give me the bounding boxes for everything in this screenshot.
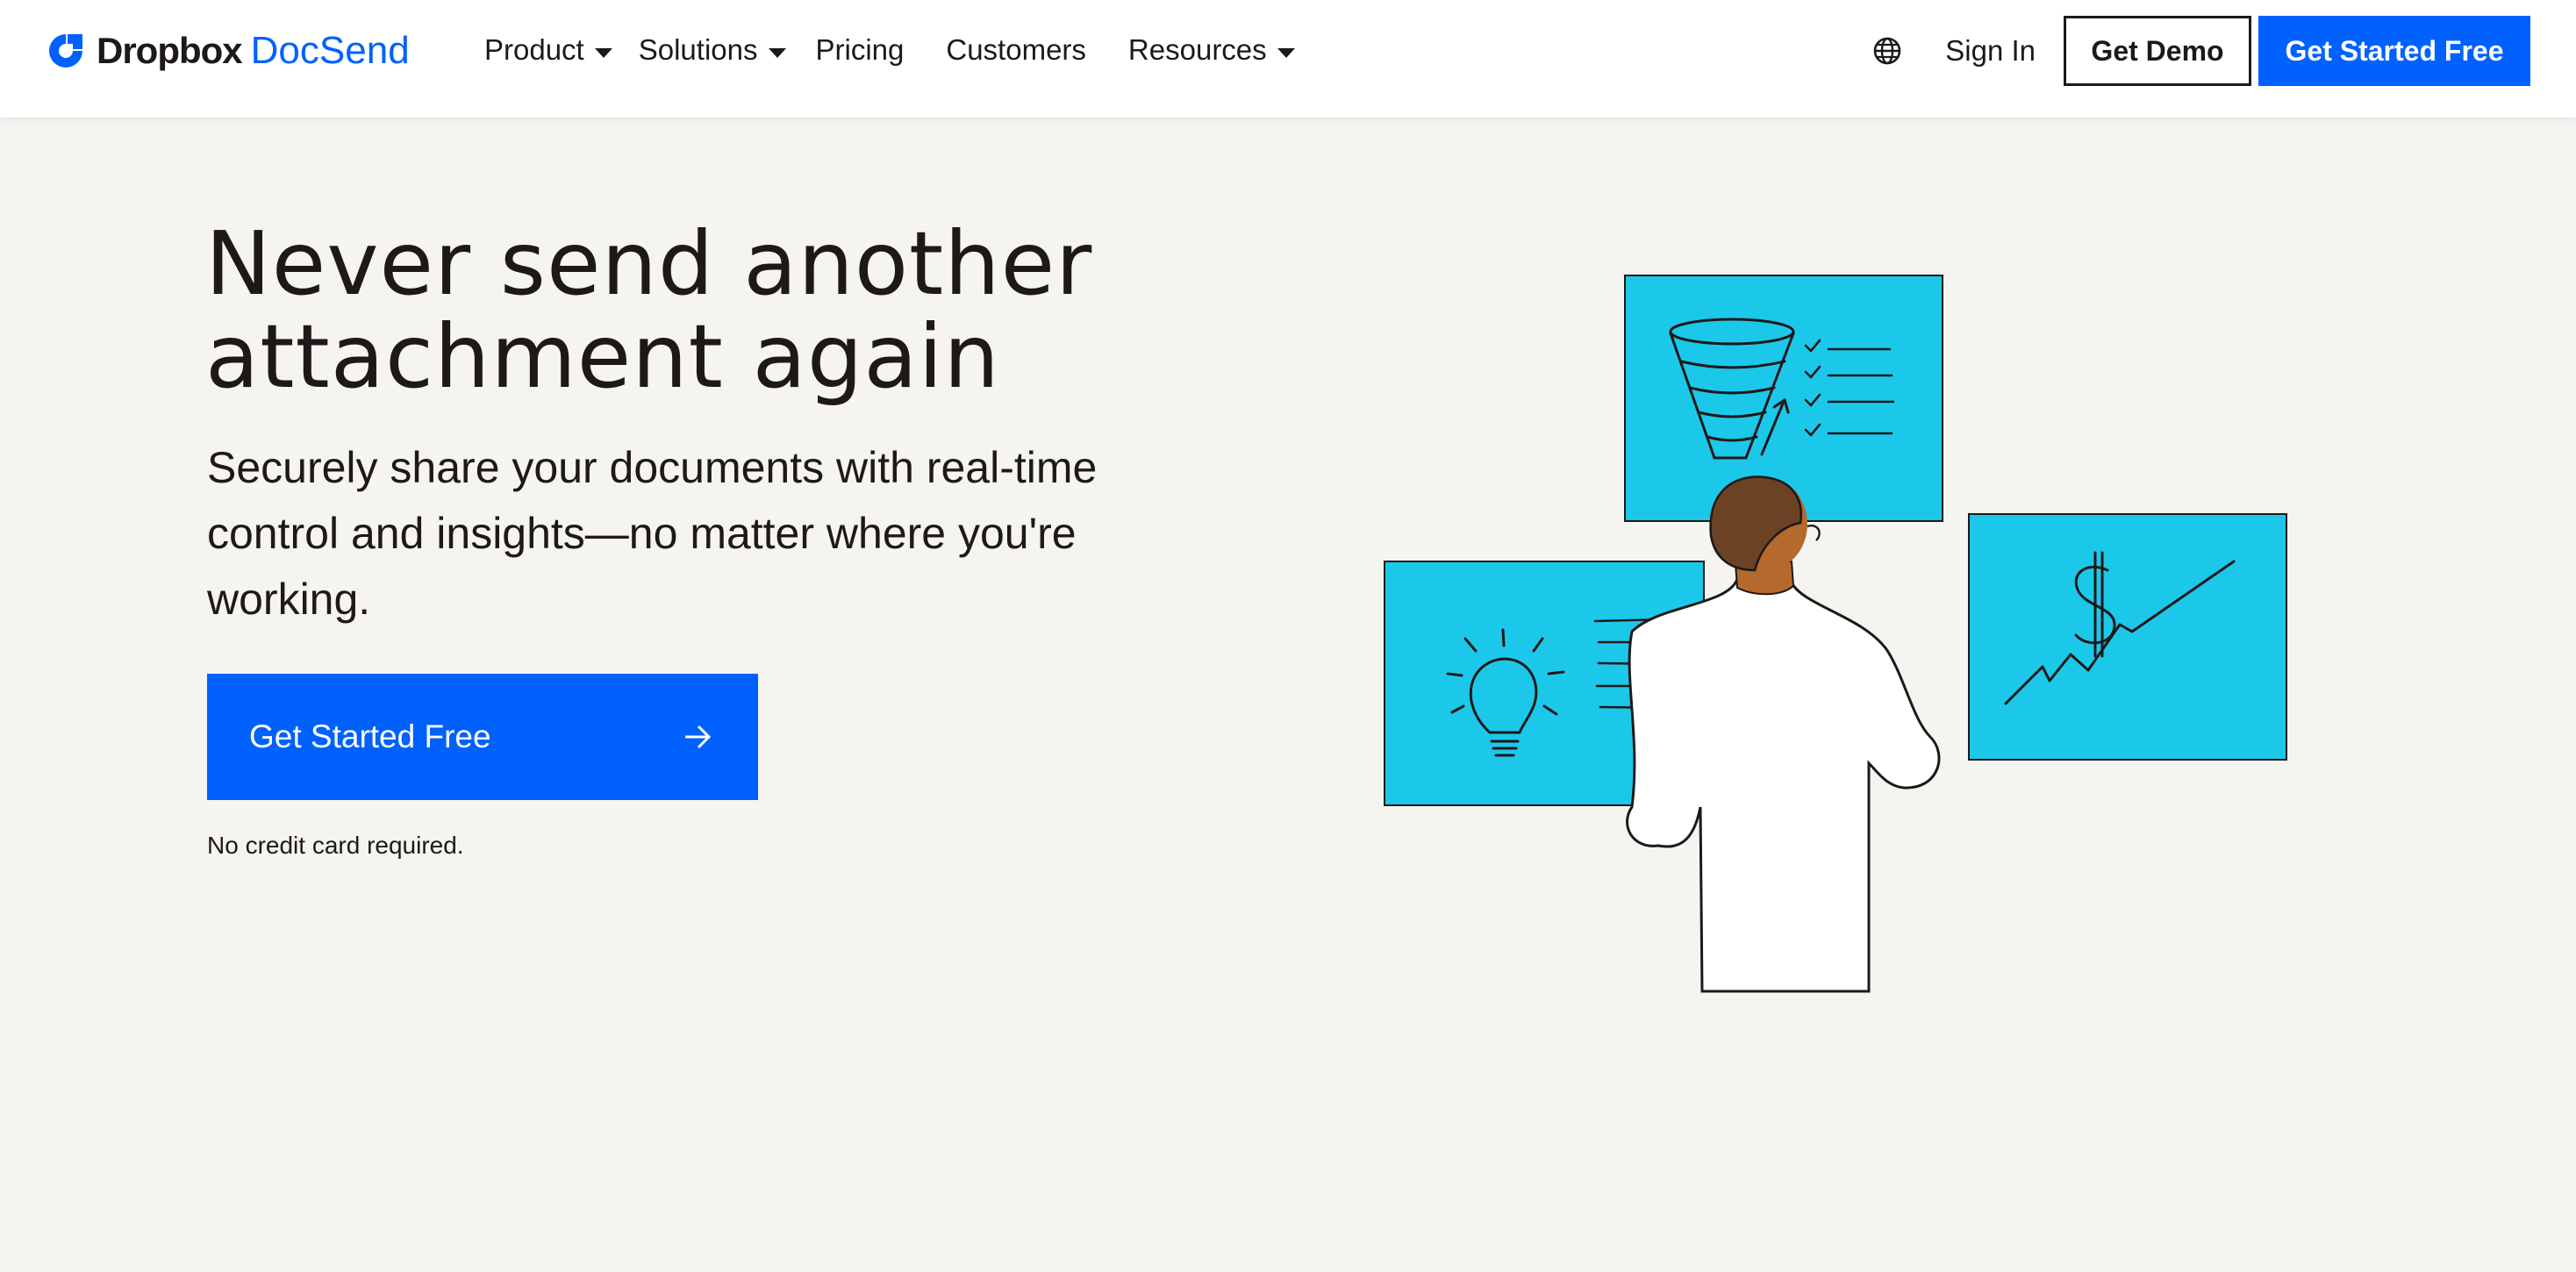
nav-actions: Sign In Get Demo Get Started Free [1871,16,2530,86]
top-navbar: Dropbox DocSend Product Solutions Pricin… [0,0,2576,118]
no-credit-card-note: No credit card required. [207,832,464,859]
person-figure [1626,475,1941,993]
hero-subtext: Securely share your documents with real-… [207,443,1098,624]
hero-get-started-button[interactable]: Get Started Free [207,674,758,800]
chevron-down-icon [1277,47,1295,58]
main-menu: Product Solutions Pricing Customers Reso… [484,0,1295,100]
globe-icon[interactable] [1871,35,1903,67]
menu-item-resources[interactable]: Resources [1128,33,1295,67]
menu-item-label: Pricing [815,33,905,66]
menu-item-product[interactable]: Product [484,33,612,67]
menu-item-solutions[interactable]: Solutions [639,33,786,67]
arrow-right-icon [685,725,712,749]
menu-item-label: Product [484,33,584,66]
chevron-down-icon [594,47,612,58]
logo-text-docsend: DocSend [250,29,410,72]
get-started-free-button[interactable]: Get Started Free [2258,16,2530,86]
cta-label: Get Started Free [249,718,491,754]
chevron-down-icon [768,47,786,58]
menu-item-label: Resources [1127,33,1267,66]
dollar-panel [1968,513,2287,761]
get-demo-button[interactable]: Get Demo [2064,16,2251,86]
hero-headline: Never send another attachment again [205,212,1093,408]
menu-item-label: Customers [946,33,1086,66]
hero-illustration [1384,275,2287,993]
dropbox-logo-icon [49,34,82,68]
logo-text-dropbox: Dropbox [97,30,243,71]
menu-item-pricing[interactable]: Pricing [816,33,905,67]
menu-item-customers[interactable]: Customers [946,33,1086,67]
sign-in-link[interactable]: Sign In [1945,34,2036,68]
menu-item-label: Solutions [638,33,758,66]
brand-logo[interactable]: Dropbox DocSend [49,29,410,72]
